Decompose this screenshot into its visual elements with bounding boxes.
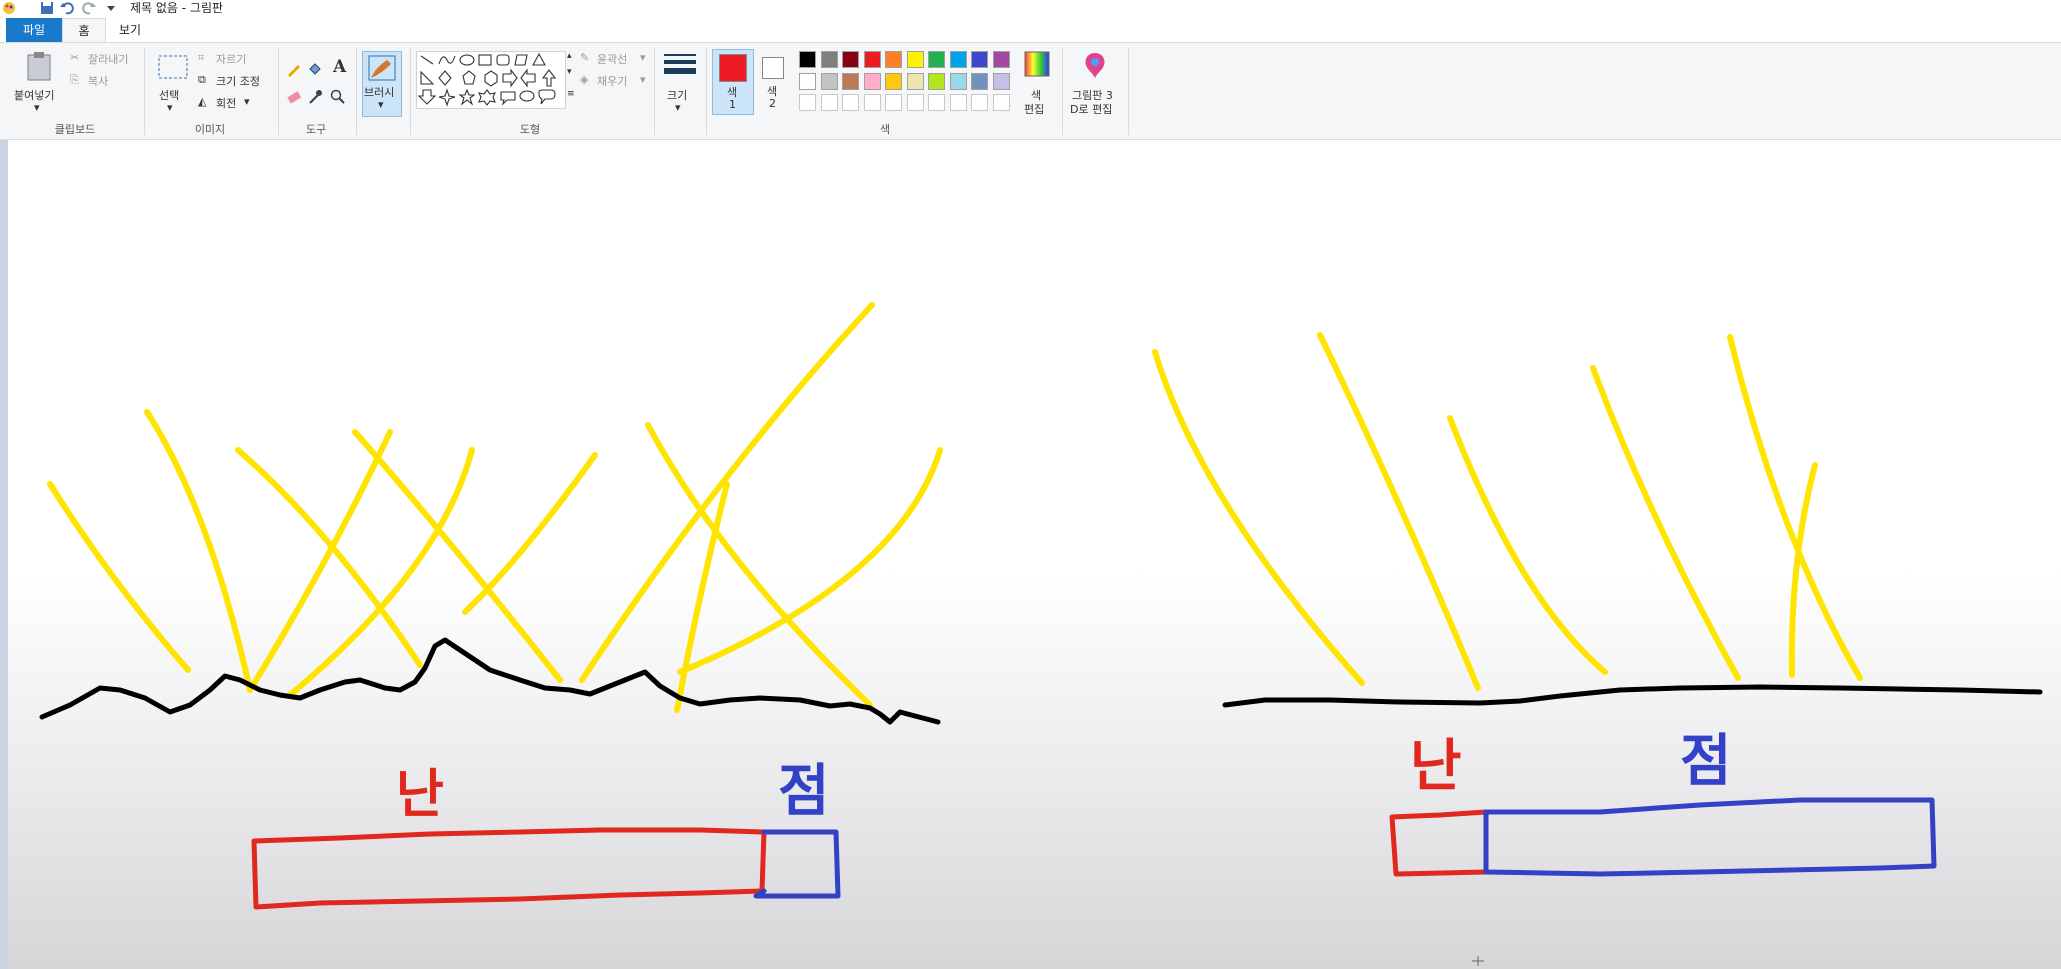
yellow-light-rays <box>47 302 1863 713</box>
left-red-bar <box>251 827 767 910</box>
right-blue-label: 점 <box>1680 729 1732 792</box>
right-red-bar <box>1389 809 1489 877</box>
right-flat-ground-line <box>1222 684 2043 708</box>
resize-cursor-icon <box>1472 956 1484 966</box>
left-blue-bar <box>753 829 841 899</box>
right-blue-bar <box>1483 797 1937 877</box>
left-blue-label: 점 <box>778 759 830 822</box>
left-red-label: 난 <box>396 766 444 824</box>
right-red-label: 난 <box>1410 734 1462 797</box>
drawing-strokes: 난 점 난 점 <box>39 302 2043 966</box>
